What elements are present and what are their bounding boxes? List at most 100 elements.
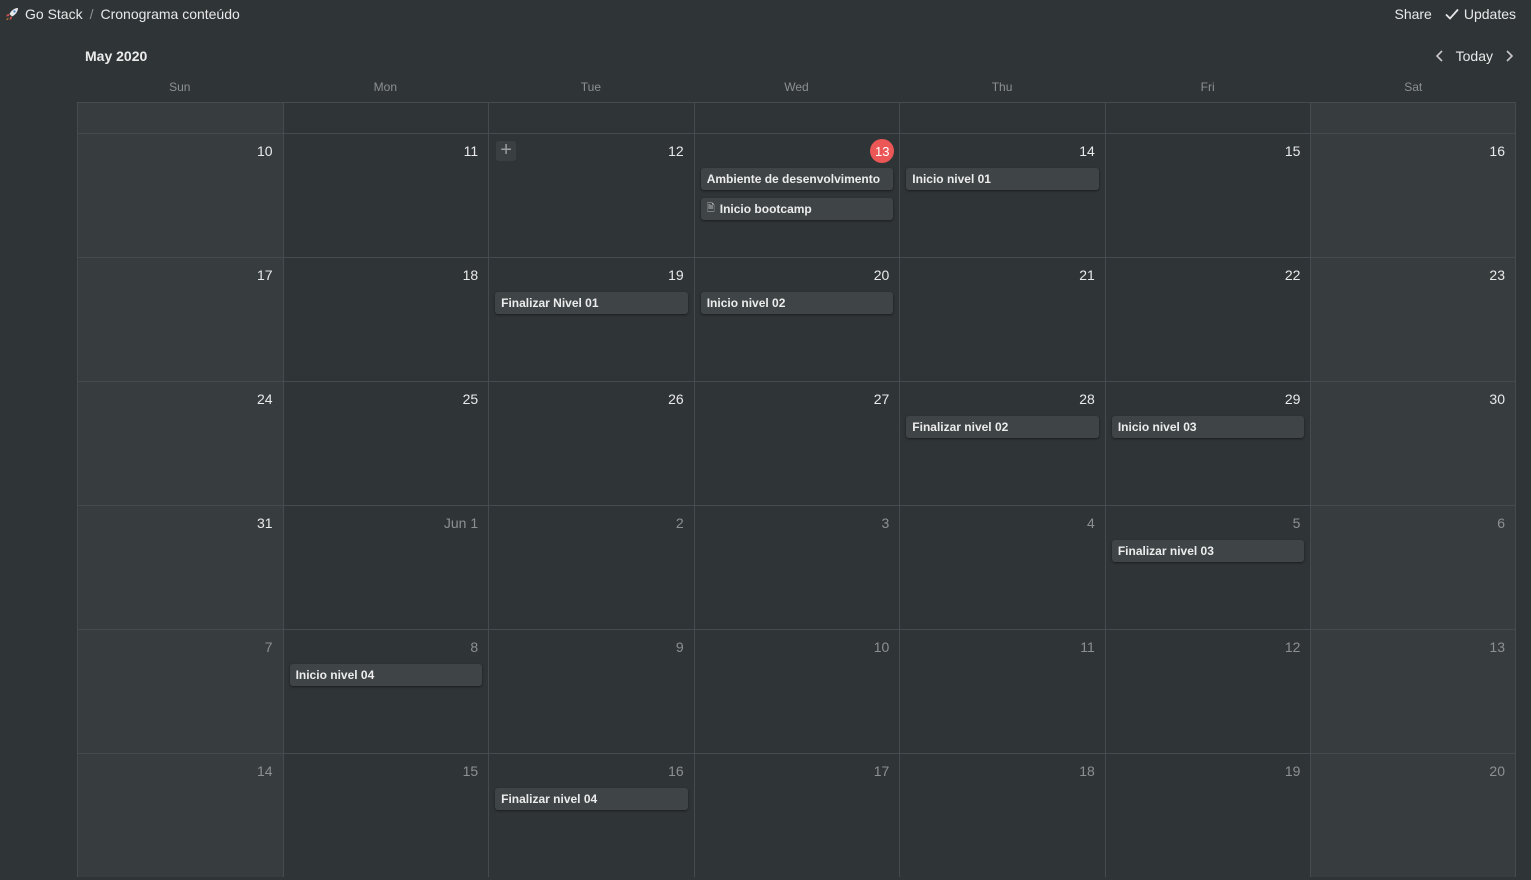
day-cell[interactable]: 17 [77, 258, 283, 381]
today-day-badge: 13 [870, 139, 895, 163]
day-number: 13 [1489, 639, 1505, 655]
day-cell[interactable]: 12 [1104, 630, 1311, 753]
calendar-week: 14 15 16 Finalizar nivel 04 17 18 19 20 [77, 753, 1516, 877]
day-cell[interactable]: 23 [1310, 258, 1516, 381]
day-cell[interactable]: 19 [1104, 754, 1311, 877]
add-event-button[interactable]: + [496, 140, 517, 161]
day-cell[interactable]: 4 [899, 506, 1105, 629]
day-cell[interactable]: 14 Inicio nivel 01 [899, 134, 1105, 257]
day-cell[interactable]: 19 Finalizar Nivel 01 [488, 258, 694, 381]
day-number: 21 [1079, 267, 1095, 283]
day-number: 23 [1489, 267, 1505, 283]
day-cell[interactable]: 28 Finalizar nivel 02 [899, 382, 1105, 505]
day-number: 30 [1489, 391, 1505, 407]
day-cell[interactable]: 22 [1104, 258, 1311, 381]
calendar-grid: 10 11 +12 13 Ambiente de desenvolvimento 🗎 Ini… [77, 102, 1516, 877]
day-cell[interactable]: 6 [1310, 506, 1516, 629]
day-number: 5 [1292, 515, 1301, 531]
day-cell[interactable] [77, 103, 283, 133]
updates-button[interactable]: Updates [1445, 6, 1516, 22]
event-title: Inicio nivel 03 [1117, 420, 1197, 434]
day-cell[interactable]: 20 Inicio nivel 02 [693, 258, 900, 381]
day-cell[interactable]: 10 [77, 134, 283, 257]
breadcrumb-workspace[interactable]: Go Stack [25, 6, 83, 22]
day-cell[interactable] [282, 103, 489, 133]
day-cell[interactable]: 16 [1310, 134, 1516, 257]
day-number: 12 [668, 143, 684, 159]
share-button[interactable]: Share [1394, 6, 1431, 22]
calendar-week: 31 Jun 1 2 3 4 5 Finalizar nivel 03 6 [77, 505, 1516, 629]
day-cell[interactable]: 25 [282, 382, 489, 505]
day-cell[interactable]: 14 [77, 754, 283, 877]
day-cell[interactable] [693, 103, 900, 133]
month-title: May 2020 [85, 48, 148, 64]
day-cell[interactable]: 24 [77, 382, 283, 505]
event-card[interactable]: Inicio nivel 03 [1111, 416, 1305, 438]
day-cell[interactable]: 18 [282, 258, 489, 381]
day-cell[interactable]: 16 Finalizar nivel 04 [488, 754, 694, 877]
day-cell[interactable]: 5 Finalizar nivel 03 [1104, 506, 1311, 629]
day-cell[interactable]: 3 [693, 506, 900, 629]
day-cell[interactable]: 20 [1310, 754, 1516, 877]
breadcrumb: Go Stack / Cronograma conteúdo [4, 6, 240, 22]
event-title: Ambiente de desenvolvimento [706, 172, 881, 186]
day-number: 16 [1489, 143, 1505, 159]
day-number: 18 [462, 267, 479, 283]
weekday-header: Sun Mon Tue Wed Thu Fri Sat [77, 80, 1516, 94]
breadcrumb-page[interactable]: Cronograma conteúdo [100, 6, 239, 22]
rocket-icon [6, 8, 18, 20]
event-card[interactable]: Finalizar nivel 03 [1111, 540, 1305, 562]
day-number: 22 [1284, 267, 1301, 283]
day-cell[interactable]: 13 [1310, 630, 1516, 753]
day-number: Jun 1 [443, 515, 479, 531]
event-card[interactable]: Finalizar nivel 02 [906, 416, 1099, 438]
event-card[interactable]: Ambiente de desenvolvimento [700, 168, 894, 190]
next-month-button[interactable] [1504, 49, 1514, 63]
day-cell[interactable] [1104, 103, 1311, 133]
event-card[interactable]: Finalizar Nivel 01 [495, 292, 688, 314]
event-card[interactable]: Finalizar nivel 04 [495, 788, 688, 810]
day-cell[interactable]: 15 [1104, 134, 1311, 257]
day-cell[interactable]: 2 [488, 506, 694, 629]
day-number: 18 [1079, 763, 1095, 779]
calendar-week: 17 18 19 Finalizar Nivel 01 20 Inicio nivel 0… [77, 257, 1516, 381]
event-title: Finalizar Nivel 01 [501, 296, 599, 310]
day-cell[interactable]: 27 [693, 382, 900, 505]
day-number: 11 [1080, 639, 1095, 655]
day-cell[interactable]: +12 [488, 134, 694, 257]
today-button[interactable]: Today [1456, 48, 1493, 64]
day-cell[interactable]: 15 [282, 754, 489, 877]
day-cell[interactable]: 17 [693, 754, 900, 877]
day-number: 14 [256, 763, 273, 779]
day-cell[interactable]: 11 [899, 630, 1105, 753]
day-number: 29 [1284, 391, 1301, 407]
day-cell[interactable]: 11 [282, 134, 489, 257]
day-cell[interactable]: 9 [488, 630, 694, 753]
day-cell[interactable]: 18 [899, 754, 1105, 877]
event-card[interactable]: Inicio nivel 02 [700, 292, 894, 314]
chevron-right-icon [1506, 50, 1514, 62]
day-cell[interactable]: 29 Inicio nivel 03 [1104, 382, 1311, 505]
day-cell[interactable]: 13 Ambiente de desenvolvimento 🗎 Inicio boo… [693, 134, 900, 257]
day-cell[interactable]: 26 [488, 382, 694, 505]
day-cell[interactable] [488, 103, 694, 133]
day-cell[interactable]: 21 [899, 258, 1105, 381]
day-number: 4 [1087, 515, 1095, 531]
top-bar: Go Stack / Cronograma conteúdo Share Upd… [0, 0, 1531, 30]
event-card[interactable]: Inicio nivel 04 [289, 664, 483, 686]
day-cell[interactable] [899, 103, 1105, 133]
event-title: Inicio bootcamp [719, 202, 812, 216]
event-card[interactable]: Inicio nivel 01 [906, 168, 1099, 190]
event-title: Inicio nivel 04 [295, 668, 375, 682]
day-cell[interactable]: 10 [693, 630, 900, 753]
day-cell[interactable]: 8 Inicio nivel 04 [282, 630, 489, 753]
day-number: 17 [873, 763, 890, 779]
previous-month-button[interactable] [1435, 49, 1445, 63]
day-cell[interactable]: Jun 1 [282, 506, 489, 629]
day-cell[interactable]: 7 [77, 630, 283, 753]
day-cell[interactable]: 31 [77, 506, 283, 629]
day-cell[interactable] [1310, 103, 1516, 133]
day-cell[interactable]: 30 [1310, 382, 1516, 505]
event-card[interactable]: 🗎 Inicio bootcamp [700, 198, 894, 220]
day-number: 10 [256, 143, 273, 159]
